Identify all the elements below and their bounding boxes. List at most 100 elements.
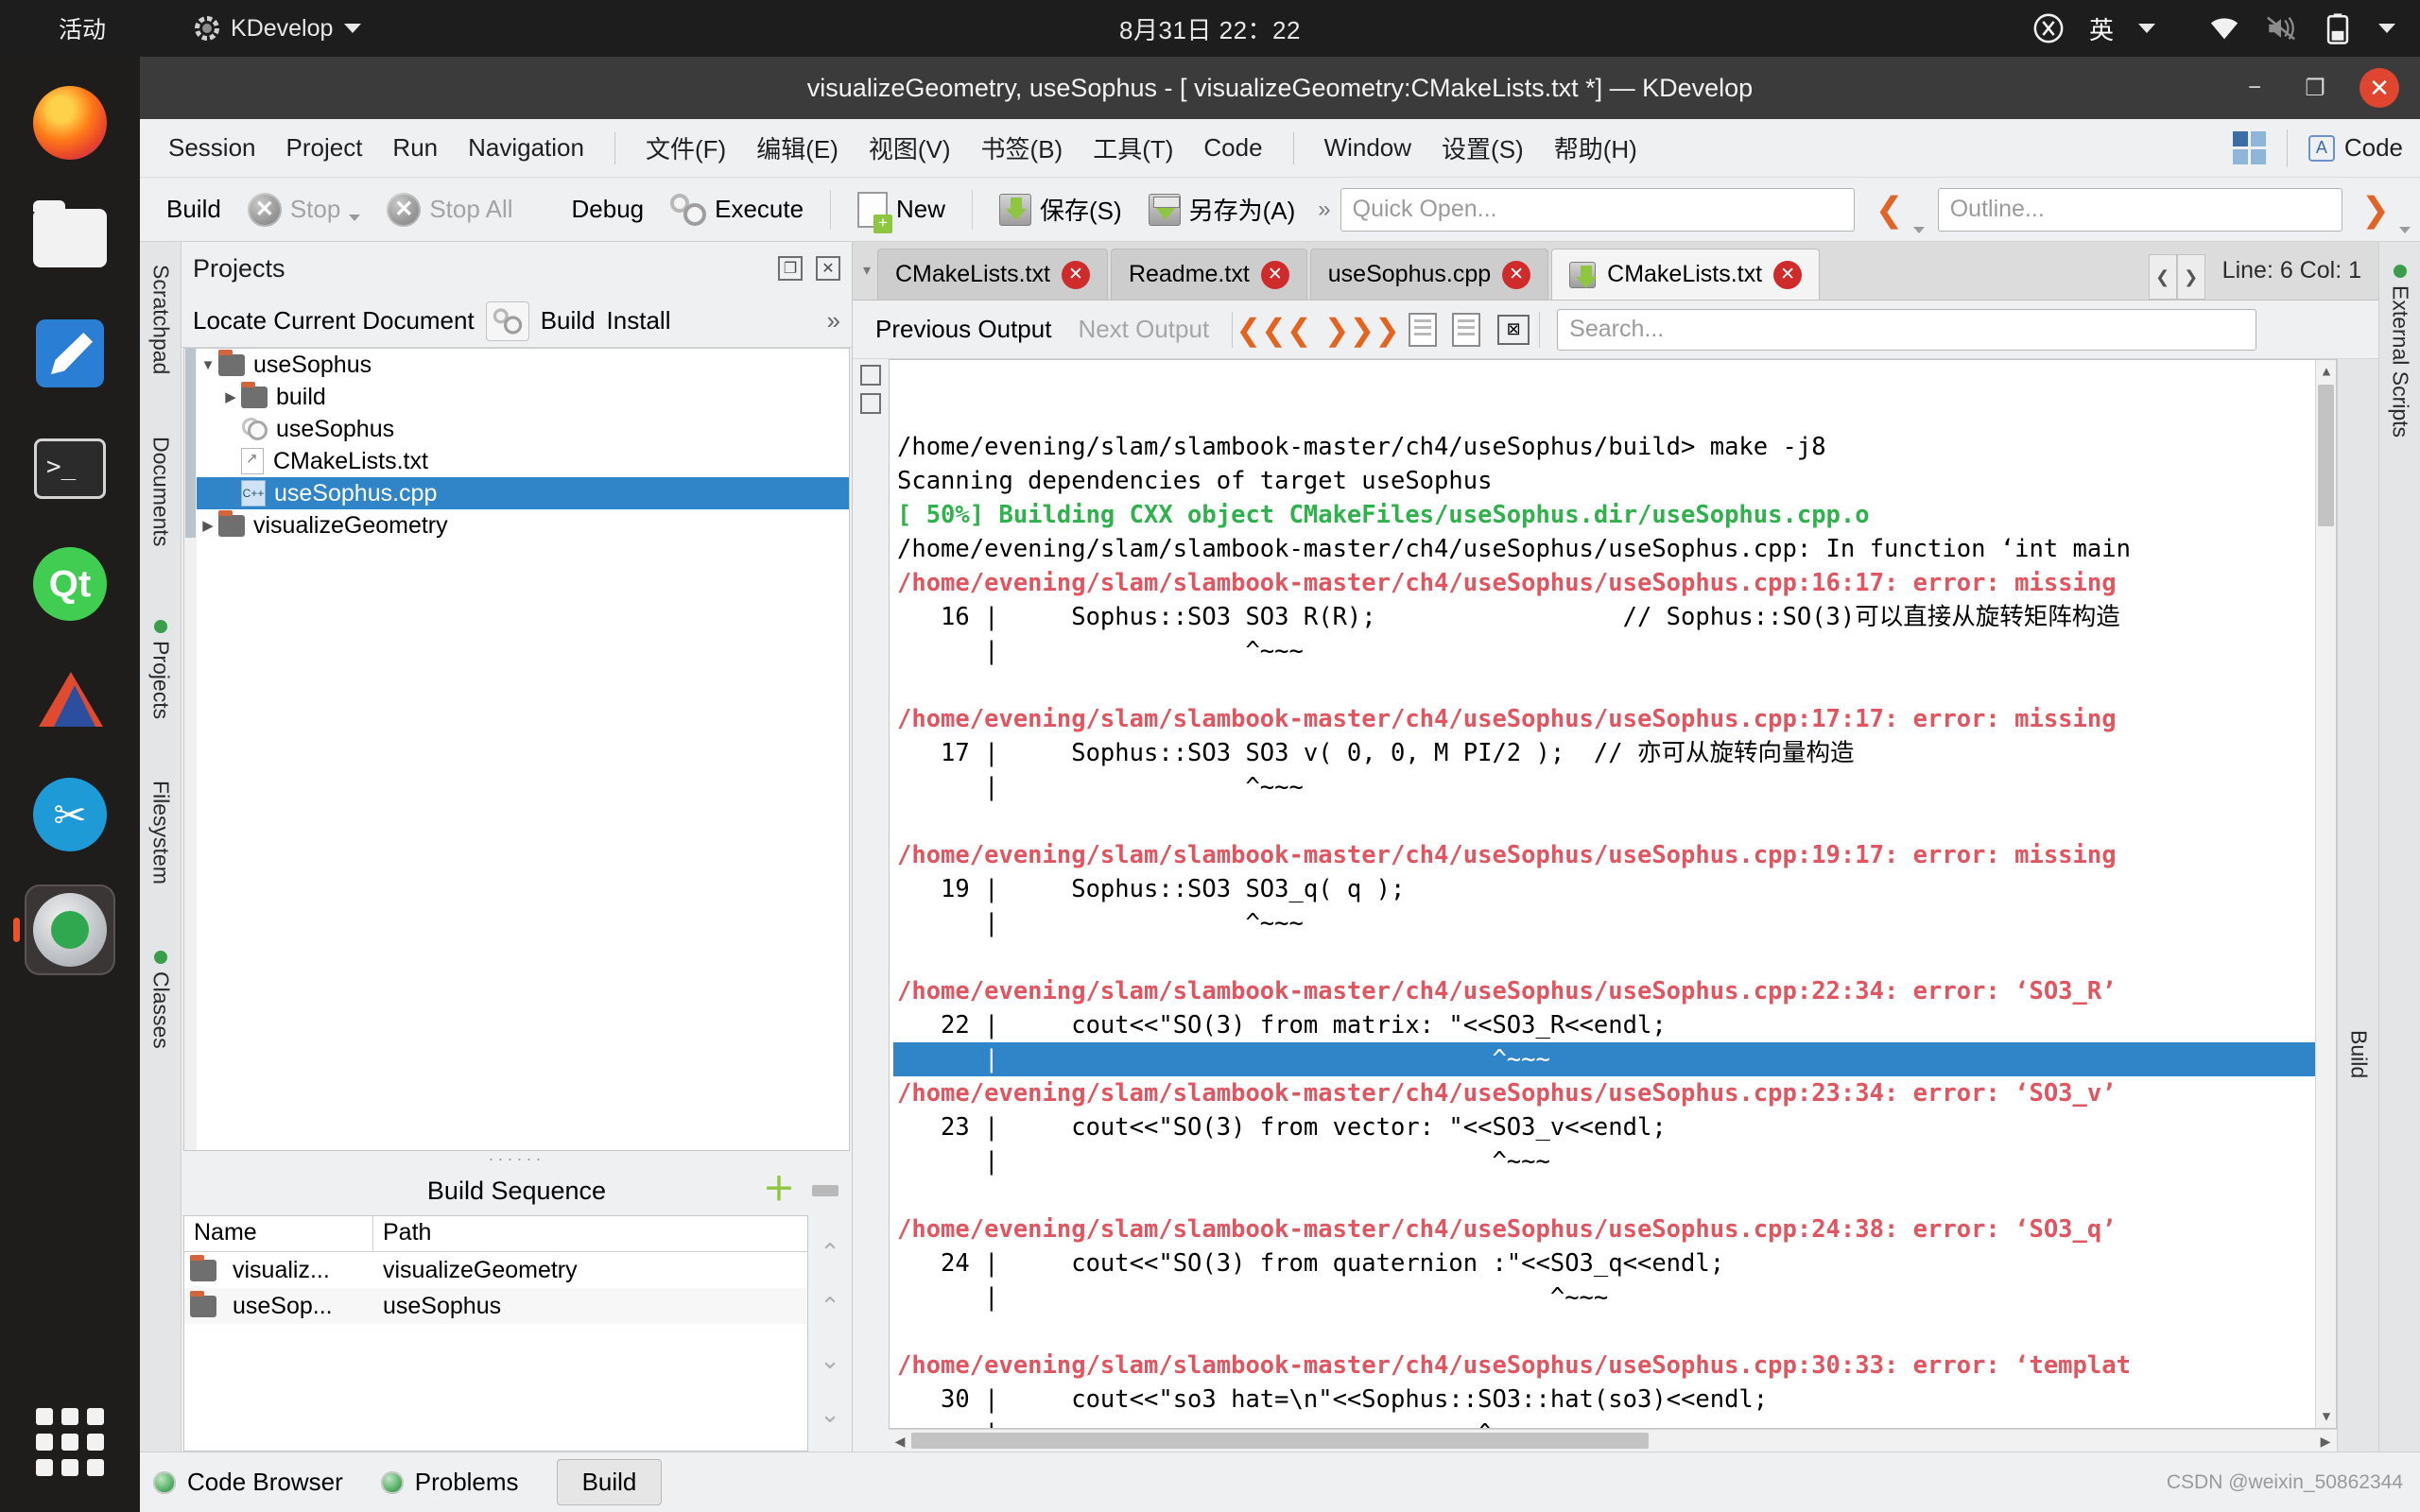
console-line[interactable]: 16 | Sophus::SO3 SO3 R(R); // Sophus::SO… xyxy=(893,600,2336,634)
chevron-left-icon[interactable]: ❮ xyxy=(2148,254,2177,300)
dock-files-icon[interactable] xyxy=(25,193,115,284)
console-line[interactable] xyxy=(893,668,2336,702)
sidebar-tab-external-scripts[interactable]: External Scripts xyxy=(2379,255,2420,447)
wifi-icon[interactable] xyxy=(2208,12,2240,44)
console-line[interactable]: 30 | cout<<"so3 hat=\n"<<Sophus::SO3::ha… xyxy=(893,1383,2336,1417)
skip-last-icon[interactable]: ❯❯ xyxy=(1349,309,1400,351)
menu-window[interactable]: Window xyxy=(1309,128,1426,168)
dock-show-applications-icon[interactable] xyxy=(25,1397,115,1487)
save-as-button[interactable]: 另存为(A) xyxy=(1135,188,1309,231)
copy-icon[interactable] xyxy=(1452,312,1481,347)
status-build-button[interactable]: Build xyxy=(556,1459,663,1505)
close-view-icon[interactable] xyxy=(860,365,881,386)
stop-all-button[interactable]: ✕ Stop All xyxy=(373,189,526,231)
status-problems[interactable]: Problems xyxy=(380,1468,519,1497)
tree-item-visualizegeometry[interactable]: ▶ visualizeGeometry xyxy=(198,509,849,541)
remote-desktop-icon[interactable] xyxy=(2032,12,2065,44)
float-window-icon[interactable]: ❐ xyxy=(778,256,803,281)
prev-icon[interactable]: ❮ xyxy=(1280,309,1318,351)
console-line[interactable]: | ^~~~ xyxy=(893,634,2336,668)
outline-input[interactable]: Outline... xyxy=(1937,187,2342,232)
scroll-down-icon[interactable]: ▼ xyxy=(2316,1405,2336,1428)
search-input[interactable]: Search... xyxy=(1557,308,2257,351)
menu-session[interactable]: Session xyxy=(153,128,271,168)
ime-indicator[interactable]: 英 xyxy=(2089,11,2114,46)
menu-view[interactable]: 视图(V) xyxy=(854,125,966,171)
dock-matlab-icon[interactable] xyxy=(25,654,115,745)
console-line[interactable]: 23 | cout<<"SO(3) from vector: "<<SO3_v<… xyxy=(893,1110,2336,1144)
table-row[interactable]: useSop... useSophus xyxy=(184,1288,807,1324)
console-line[interactable]: 22 | cout<<"SO(3) from matrix: "<<SO3_R<… xyxy=(893,1008,2336,1042)
new-button[interactable]: New xyxy=(844,188,959,233)
next-output-button[interactable]: Next Output xyxy=(1064,315,1222,344)
back-history-chevron-down-icon[interactable] xyxy=(1912,227,1925,233)
gear-icon[interactable] xyxy=(485,301,529,341)
close-icon[interactable]: ✕ xyxy=(1061,260,1090,289)
console-line[interactable]: /home/evening/slam/slambook-master/ch4/u… xyxy=(893,566,2336,600)
previous-output-button[interactable]: Previous Output xyxy=(862,315,1064,344)
forward-history-chevron-down-icon[interactable] xyxy=(2398,227,2411,233)
plus-icon[interactable]: ＋ xyxy=(763,1174,795,1206)
tree-item-usesophus-cpp[interactable]: C++ useSophus.cpp xyxy=(184,477,849,509)
sidebar-tab-classes[interactable]: Classes xyxy=(140,941,182,1058)
execute-button[interactable]: Execute xyxy=(657,190,817,230)
console-line[interactable] xyxy=(893,1314,2336,1349)
console-vertical-scrollbar[interactable]: ▲ ▼ xyxy=(2315,360,2336,1428)
column-header-name[interactable]: Name xyxy=(184,1216,373,1251)
console-line[interactable]: /home/evening/slam/slambook-master/ch4/u… xyxy=(893,974,2336,1008)
project-tree[interactable]: ▼ useSophus ▶ build useSophus ↗ CMakeLis… xyxy=(183,348,850,1151)
projects-overflow-icon[interactable]: » xyxy=(827,306,840,335)
tab-usesophus-cpp[interactable]: useSophus.cpp ✕ xyxy=(1309,249,1549,300)
console-line[interactable]: | ^~ xyxy=(893,1417,2336,1428)
scroll-right-icon[interactable]: ▶ xyxy=(2314,1430,2337,1452)
sidebar-tab-filesystem[interactable]: Filesystem xyxy=(140,771,182,894)
dock-vscode-icon[interactable]: ✂ xyxy=(25,769,115,860)
menu-project[interactable]: Project xyxy=(271,128,378,168)
system-menu-chevron-down-icon[interactable] xyxy=(2378,24,2395,33)
output-tab-build[interactable]: Build xyxy=(2338,1021,2379,1088)
twisty-icon[interactable]: ▶ xyxy=(198,517,218,534)
sidebar-tab-documents[interactable]: Documents xyxy=(140,427,182,556)
column-header-path[interactable]: Path xyxy=(373,1216,441,1251)
menu-help[interactable]: 帮助(H) xyxy=(1539,125,1652,171)
grid-icon[interactable] xyxy=(2232,131,2266,164)
toolbar-overflow-icon[interactable]: » xyxy=(1308,197,1340,223)
volume-muted-icon[interactable] xyxy=(2265,12,2297,44)
back-arrow-icon[interactable]: ❮ xyxy=(1876,192,1904,227)
close-icon[interactable]: ✕ xyxy=(1502,260,1531,289)
scroll-up-icon[interactable]: ▲ xyxy=(2316,360,2336,383)
area-switch-code[interactable]: A Code xyxy=(2308,133,2403,163)
tab-cmakelists-2[interactable]: CMakeLists.txt ✕ xyxy=(1551,249,1821,300)
debug-button[interactable]: Debug xyxy=(559,191,658,228)
clock[interactable]: 8月31日 22：22 xyxy=(1119,11,1301,46)
status-code-browser[interactable]: Code Browser xyxy=(153,1468,343,1497)
projects-install-button[interactable]: Install xyxy=(607,306,671,335)
console-line[interactable]: /home/evening/slam/slambook-master/ch4/u… xyxy=(893,838,2336,872)
console-horizontal-scrollbar[interactable]: ◀ ▶ xyxy=(889,1429,2337,1452)
twisty-icon[interactable]: ▼ xyxy=(198,357,218,373)
dock-kdevelop-icon[interactable] xyxy=(13,885,115,975)
table-row[interactable]: visualiz... visualizeGeometry xyxy=(184,1252,807,1288)
console-line[interactable]: [ 50%] Building CXX object CMakeFiles/us… xyxy=(893,498,2336,532)
chevron-down-icon[interactable] xyxy=(349,214,361,221)
stop-button[interactable]: ✕ Stop xyxy=(234,189,374,231)
menu-run[interactable]: Run xyxy=(377,128,453,168)
projects-build-button[interactable]: Build xyxy=(541,306,596,335)
ime-chevron-down-icon[interactable] xyxy=(2138,24,2155,33)
menu-settings[interactable]: 设置(S) xyxy=(1426,125,1539,171)
console-line[interactable] xyxy=(893,804,2336,838)
forward-arrow-icon[interactable]: ❯ xyxy=(2361,192,2390,227)
sidebar-tab-scratchpad[interactable]: Scratchpad xyxy=(140,255,182,384)
project-tree-scrollbar[interactable] xyxy=(184,349,197,1150)
menu-edit[interactable]: 编辑(E) xyxy=(741,125,854,171)
hscroll-thumb[interactable] xyxy=(911,1433,1649,1449)
locate-current-document-button[interactable]: Locate Current Document xyxy=(193,306,475,335)
close-icon[interactable]: ✕ xyxy=(816,256,840,281)
dock-firefox-icon[interactable] xyxy=(25,77,115,168)
console-line[interactable]: 24 | cout<<"SO(3) from quaternion :"<<SO… xyxy=(893,1246,2336,1280)
tree-item-usesophus-target[interactable]: useSophus xyxy=(198,413,849,445)
clear-icon[interactable]: ⊠ xyxy=(1497,314,1530,345)
menu-file[interactable]: 文件(F) xyxy=(631,125,741,171)
panel-splitter[interactable]: ······ xyxy=(182,1149,852,1168)
console-line[interactable]: | ^~~~ xyxy=(893,770,2336,804)
